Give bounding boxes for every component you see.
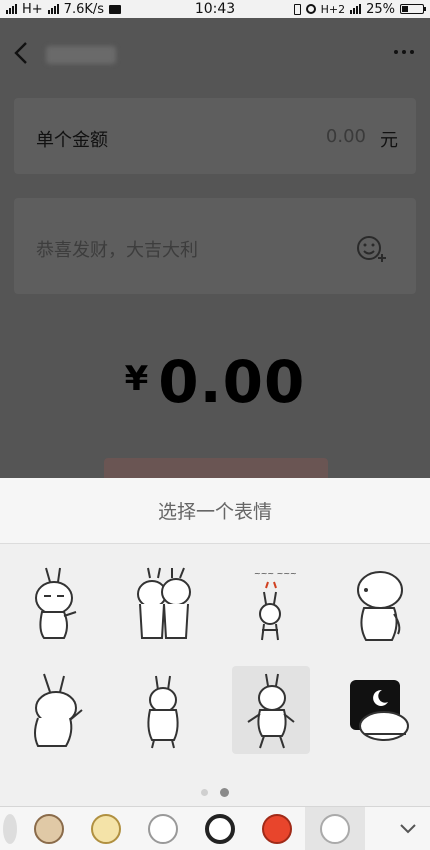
sticker-sheet: 选择一个表情 ~~~ ~~~: [0, 478, 430, 850]
network-speed: 7.6K/s: [63, 1, 105, 17]
single-amount-label: 单个金额: [36, 130, 108, 151]
vibrate-icon: [293, 3, 301, 15]
page-dot-2: [220, 788, 229, 797]
status-bar: H+ 7.6K/s 10:43 H+2 25%: [0, 0, 430, 18]
emoji-add-icon[interactable]: [356, 234, 386, 264]
sticker-rabbit-dancing[interactable]: [232, 666, 310, 754]
sticker-pack-3-icon: [90, 813, 121, 844]
page-title-blurred: [46, 46, 116, 64]
network-type-right: H+2: [320, 2, 346, 16]
sheet-title: 选择一个表情: [0, 478, 430, 544]
sticker-rabbit-turning[interactable]: [340, 560, 418, 648]
sticker-pack-tab-5[interactable]: [191, 807, 248, 850]
sticker-pack-tab-2[interactable]: [20, 807, 77, 850]
sticker-pack-5-icon: [204, 813, 235, 844]
sticker-pack-4-icon: [147, 813, 178, 844]
sticker-rabbit-standing-back[interactable]: [124, 666, 202, 754]
currency-symbol: ¥: [124, 359, 149, 399]
video-icon: [109, 4, 122, 14]
battery-percent: 25%: [366, 1, 395, 17]
rabbits-hugging-icon: [137, 567, 191, 639]
sticker-pack-6-icon: [261, 813, 292, 844]
total-amount: ¥0.00: [0, 348, 430, 416]
sticker-rabbits-hugging[interactable]: [124, 560, 202, 648]
signal-icon-3: [350, 4, 362, 14]
page-dot-1: [201, 789, 208, 796]
greeting-row[interactable]: 恭喜发财，大吉大利: [14, 198, 416, 294]
sticker-pack-tab-7[interactable]: [305, 806, 365, 850]
sticker-pack-tab-6[interactable]: [248, 807, 305, 850]
sticker-grid: ~~~ ~~~: [0, 548, 430, 788]
sticker-pack-tab-4[interactable]: [134, 807, 191, 850]
network-type-left: H+: [22, 1, 43, 17]
sticker-pack-1-icon: [3, 813, 17, 844]
greeting-input[interactable]: 恭喜发财，大吉大利: [36, 236, 198, 262]
sticker-rabbit-waving[interactable]: [16, 666, 94, 754]
rabbit-sleeping-night-icon: [350, 680, 409, 741]
status-time: 10:43: [194, 1, 236, 17]
screen: H+ 7.6K/s 10:43 H+2 25% 单个金额 0.00 元 恭喜发财…: [0, 0, 430, 850]
amount-input[interactable]: 0.00: [326, 126, 366, 147]
sticker-pack-tab-1[interactable]: [0, 807, 20, 850]
red-packet-page: 单个金额 0.00 元 恭喜发财，大吉大利 ¥0.00: [0, 18, 430, 498]
status-left: H+ 7.6K/s: [6, 1, 122, 17]
page-indicator: [201, 788, 229, 797]
sticker-rabbit-sleeping-night[interactable]: [340, 666, 418, 754]
chevron-down-icon: [400, 823, 416, 833]
back-arrow-icon[interactable]: [12, 40, 30, 66]
rabbit-waving-icon: [34, 673, 83, 747]
svg-text:~~~ ~~~: ~~~ ~~~: [254, 569, 297, 578]
sticker-pack-2-icon: [33, 813, 64, 844]
signal-icon-2: [47, 4, 59, 14]
rabbit-turning-icon: [357, 571, 403, 641]
signal-icon: [6, 4, 17, 14]
total-amount-value: 0.00: [158, 348, 306, 416]
rabbit-birthday-icon: ~~~ ~~~: [254, 569, 297, 641]
rabbit-dancing-icon: [247, 673, 295, 749]
expand-tabs-button[interactable]: [386, 807, 430, 850]
battery-icon: [400, 4, 426, 14]
sticker-pack-tab-3[interactable]: [77, 807, 134, 850]
status-right: H+2 25%: [293, 1, 426, 17]
single-amount-row[interactable]: 单个金额 0.00 元: [14, 98, 416, 174]
more-icon[interactable]: [394, 50, 414, 54]
amount-unit: 元: [380, 130, 398, 151]
rabbit-standing-back-icon: [147, 675, 179, 749]
top-nav: [0, 18, 430, 90]
sticker-pack-tabbar: [0, 806, 430, 850]
sticker-rabbit-birthday[interactable]: ~~~ ~~~: [232, 560, 310, 648]
rabbit-thinking-icon: [35, 567, 77, 639]
sticker-pack-7-icon: [320, 813, 350, 844]
alarm-icon: [305, 4, 316, 14]
sticker-rabbit-thinking[interactable]: [16, 560, 94, 648]
